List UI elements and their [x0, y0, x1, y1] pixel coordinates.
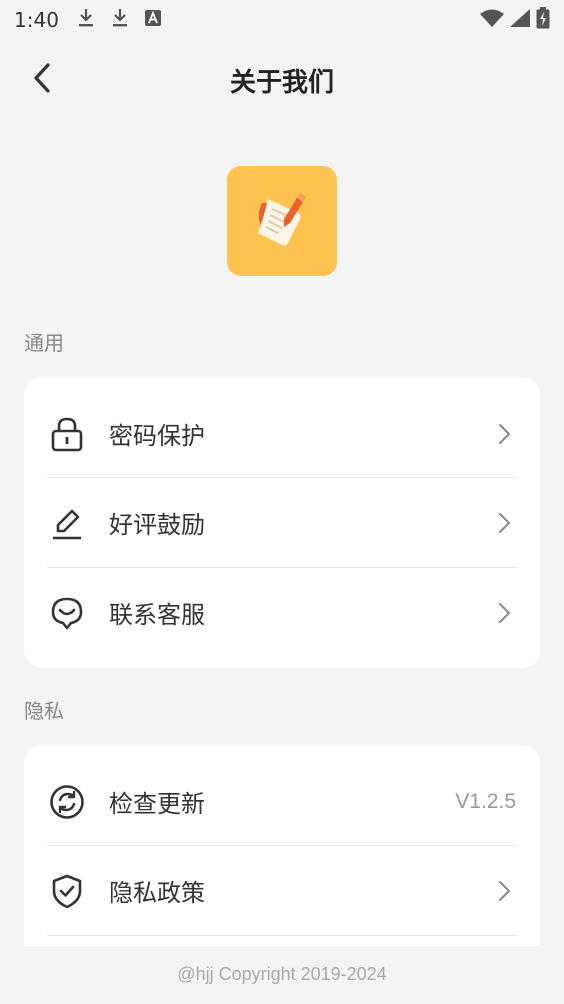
divider [47, 935, 517, 936]
page-title: 关于我们 [229, 67, 334, 98]
pencil-icon [48, 504, 86, 542]
check-update-item[interactable]: 检查更新 V1.2.5 [24, 757, 540, 846]
chevron-right-icon [496, 601, 512, 625]
privacy-settings-card: 检查更新 V1.2.5 隐私政策 [24, 745, 540, 965]
notepad-pen-icon [246, 183, 318, 259]
section-title-privacy: 隐私 [24, 699, 64, 723]
chevron-right-icon [496, 879, 512, 903]
font-a-icon [144, 10, 161, 30]
contact-support-item[interactable]: 联系客服 [24, 568, 540, 657]
rate-encourage-label: 好评鼓励 [109, 511, 205, 539]
check-update-label: 检查更新 [109, 790, 205, 818]
chevron-right-icon [496, 511, 512, 535]
battery-icon [536, 7, 550, 33]
footer: @hjj Copyright 2019-2024 [0, 946, 564, 1004]
refresh-icon [48, 783, 86, 821]
status-notifications [77, 8, 161, 32]
download-icon [111, 8, 129, 32]
status-system-icons [480, 7, 550, 33]
section-title-general: 通用 [24, 331, 64, 355]
wifi-icon [480, 9, 504, 31]
rate-encourage-item[interactable]: 好评鼓励 [24, 478, 540, 567]
password-protection-item[interactable]: 密码保护 [24, 389, 540, 478]
password-protection-label: 密码保护 [109, 422, 205, 450]
version-value: V1.2.5 [455, 789, 516, 813]
shield-check-icon [48, 872, 86, 910]
download-icon [77, 8, 95, 32]
privacy-policy-item[interactable]: 隐私政策 [24, 846, 540, 935]
chevron-right-icon [496, 422, 512, 446]
app-logo [227, 166, 337, 276]
status-bar: 1:40 [0, 0, 564, 40]
smile-chat-icon [48, 594, 86, 632]
status-time: 1:40 [14, 8, 59, 32]
signal-icon [510, 9, 530, 31]
back-button[interactable] [22, 60, 62, 100]
copyright-text: @hjj Copyright 2019-2024 [177, 964, 387, 984]
lock-icon [48, 415, 86, 453]
general-settings-card: 密码保护 好评鼓励 联系客服 [24, 377, 540, 668]
contact-support-label: 联系客服 [109, 601, 205, 629]
header: 关于我们 [0, 48, 564, 112]
chevron-left-icon [32, 62, 52, 98]
privacy-policy-label: 隐私政策 [109, 879, 205, 907]
